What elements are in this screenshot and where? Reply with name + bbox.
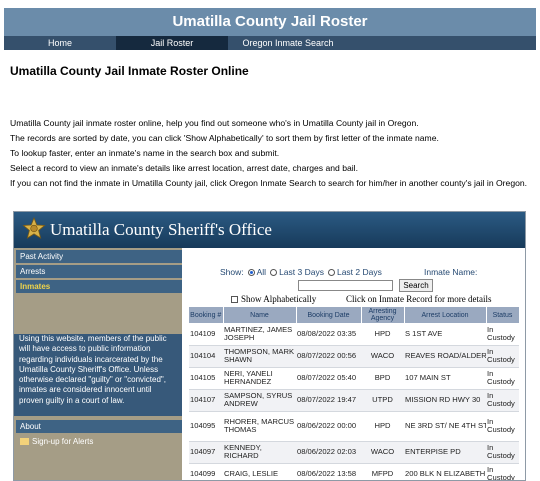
booking-date: 08/06/2022 00:00 [296, 411, 361, 442]
column-header[interactable]: Arresting Agency [361, 307, 405, 323]
sidebar-item-inmates[interactable]: Inmates [16, 280, 182, 293]
column-header[interactable]: Arrest Location [404, 307, 487, 323]
booking-number: 104104 [189, 345, 223, 368]
custody-status: In Custody [486, 367, 519, 390]
radio-last-2-days-label: Last 2 Days [336, 267, 382, 277]
site-header: Umatilla County Jail Roster [4, 8, 536, 36]
arrest-location: REAVES ROAD/ALDER [404, 345, 486, 368]
arresting-agency: BPD [361, 367, 404, 390]
booking-date: 08/08/2022 03:35 [296, 323, 361, 346]
sheriff-badge-icon [22, 217, 46, 239]
inmate-name: THOMPSON, MARK SHAWN [223, 345, 296, 368]
show-alphabetically-checkbox[interactable] [231, 295, 238, 303]
table-row[interactable]: 104104 THOMPSON, MARK SHAWN 08/07/2022 0… [189, 345, 519, 368]
sidebar: Past Activity Arrests Inmates Using this… [14, 248, 182, 480]
search-button[interactable]: Search [399, 279, 433, 292]
arrest-location: MISSION RD HWY 30 [404, 389, 486, 412]
booking-number: 104095 [189, 411, 223, 442]
intro-line: If you can not find the inmate in Umatil… [10, 178, 528, 188]
custody-status: In Custody [486, 323, 519, 346]
arrest-location: S 1ST AVE [404, 323, 486, 346]
inmate-name-input[interactable] [298, 280, 393, 291]
radio-all[interactable] [247, 268, 255, 276]
sidebar-item-about[interactable]: About [16, 420, 182, 433]
inmate-name: SAMPSON, SYRUS ANDREW [223, 389, 296, 412]
radio-last-3-days-label: Last 3 Days [279, 267, 324, 277]
sheriff-roster-frame: Umatilla County Sheriff's Office Past Ac… [13, 211, 526, 481]
table-row[interactable]: 104109 MARTINEZ, JAMES JOSEPH 08/08/2022… [189, 323, 519, 346]
inmate-name-label: Inmate Name: [424, 267, 478, 277]
inmate-name: KENNEDY, RICHARD [223, 441, 296, 464]
booking-number: 104099 [189, 463, 223, 480]
page-title: Umatilla County Jail Inmate Roster Onlin… [10, 64, 249, 78]
inmate-roster-table: Booking # Name Booking Date Arresting Ag… [189, 307, 520, 480]
sidebar-item-past-activity[interactable]: Past Activity [16, 250, 182, 263]
booking-date: 08/07/2022 05:40 [296, 367, 361, 390]
arrest-location: ENTERPISE PD [404, 441, 486, 464]
table-row[interactable]: 104095 RHORER, MARCUS THOMAS 08/06/2022 … [189, 411, 519, 442]
booking-number: 104105 [189, 367, 223, 390]
arrest-location: NE 3RD ST/ NE 4TH ST [404, 411, 486, 442]
arrest-location: 107 MAIN ST [404, 367, 486, 390]
nav-home-link[interactable]: Home [4, 36, 116, 50]
column-header[interactable]: Booking # [189, 307, 224, 323]
site-nav: Home Jail Roster Oregon Inmate Search [4, 36, 536, 50]
intro-line: To lookup faster, enter an inmate's name… [10, 148, 280, 158]
radio-last-3-days[interactable] [270, 268, 278, 276]
column-header[interactable]: Name [223, 307, 297, 323]
envelope-icon [20, 438, 29, 445]
nav-oregon-inmate-search-link[interactable]: Oregon Inmate Search [228, 36, 348, 50]
table-row[interactable]: 104099 CRAIG, LESLIE 08/06/2022 13:58 MF… [189, 463, 519, 480]
inmate-name: CRAIG, LESLIE [223, 463, 296, 480]
inmate-name: RHORER, MARCUS THOMAS [223, 411, 296, 442]
column-header[interactable]: Booking Date [296, 307, 362, 323]
alerts-label: Sign-up for Alerts [32, 437, 94, 446]
site-title: Umatilla County Jail Roster [172, 13, 368, 30]
sheriff-header: Umatilla County Sheriff's Office [14, 212, 525, 248]
booking-date: 08/06/2022 13:58 [296, 463, 361, 480]
booking-date: 08/07/2022 00:56 [296, 345, 361, 368]
intro-line: The records are sorted by date, you can … [10, 133, 439, 143]
table-row[interactable]: 104097 KENNEDY, RICHARD 08/06/2022 02:03… [189, 441, 519, 464]
custody-status: In Custody [486, 411, 519, 442]
radio-all-label: All [256, 267, 267, 277]
show-alphabetically-option[interactable]: Show Alphabetically [231, 294, 316, 304]
intro-text: Umatilla County jail inmate roster onlin… [10, 116, 530, 191]
arresting-agency: MFPD [361, 463, 404, 480]
arresting-agency: WACO [361, 345, 404, 368]
public-info-notice: Using this website, members of the publi… [14, 334, 182, 416]
inmate-name: NERI, YANELI HERNANDEZ [223, 367, 296, 390]
arrest-location: 200 BLK N ELIZABETH [404, 463, 486, 480]
table-row[interactable]: 104107 SAMPSON, SYRUS ANDREW 08/07/2022 … [189, 389, 519, 412]
booking-date: 08/07/2022 19:47 [296, 389, 361, 412]
show-label: Show: [220, 267, 244, 277]
custody-status: In Custody [486, 441, 519, 464]
search-panel: Show: All Last 3 Days Last 2 Days Inmate… [182, 248, 525, 308]
custody-status: In Custody [486, 389, 519, 412]
booking-number: 104109 [189, 323, 223, 346]
custody-status: In Custody [486, 345, 519, 368]
sidebar-item-alerts[interactable]: Sign-up for Alerts [16, 435, 182, 448]
booking-date: 08/06/2022 02:03 [296, 441, 361, 464]
intro-line: Umatilla County jail inmate roster onlin… [10, 118, 419, 128]
inmate-name: MARTINEZ, JAMES JOSEPH [223, 323, 296, 346]
sidebar-item-arrests[interactable]: Arrests [16, 265, 182, 278]
radio-last-2-days[interactable] [327, 268, 335, 276]
arresting-agency: UTPD [361, 389, 404, 412]
booking-number: 104107 [189, 389, 223, 412]
nav-jail-roster-link[interactable]: Jail Roster [116, 36, 228, 50]
intro-line: Select a record to view an inmate's deta… [10, 163, 358, 173]
show-alphabetically-label: Show Alphabetically [241, 294, 317, 304]
column-header[interactable]: Status [486, 307, 520, 323]
arresting-agency: HPD [361, 411, 404, 442]
click-record-note: Click on Inmate Record for more details [346, 294, 492, 304]
table-row[interactable]: 104105 NERI, YANELI HERNANDEZ 08/07/2022… [189, 367, 519, 390]
table-header-row: Booking # Name Booking Date Arresting Ag… [189, 307, 520, 323]
sheriff-office-title: Umatilla County Sheriff's Office [50, 220, 272, 239]
booking-number: 104097 [189, 441, 223, 464]
date-filter: Show: All Last 3 Days Last 2 Days [220, 267, 382, 277]
arresting-agency: HPD [361, 323, 404, 346]
custody-status: In Custody [486, 463, 519, 480]
arresting-agency: WACO [361, 441, 404, 464]
